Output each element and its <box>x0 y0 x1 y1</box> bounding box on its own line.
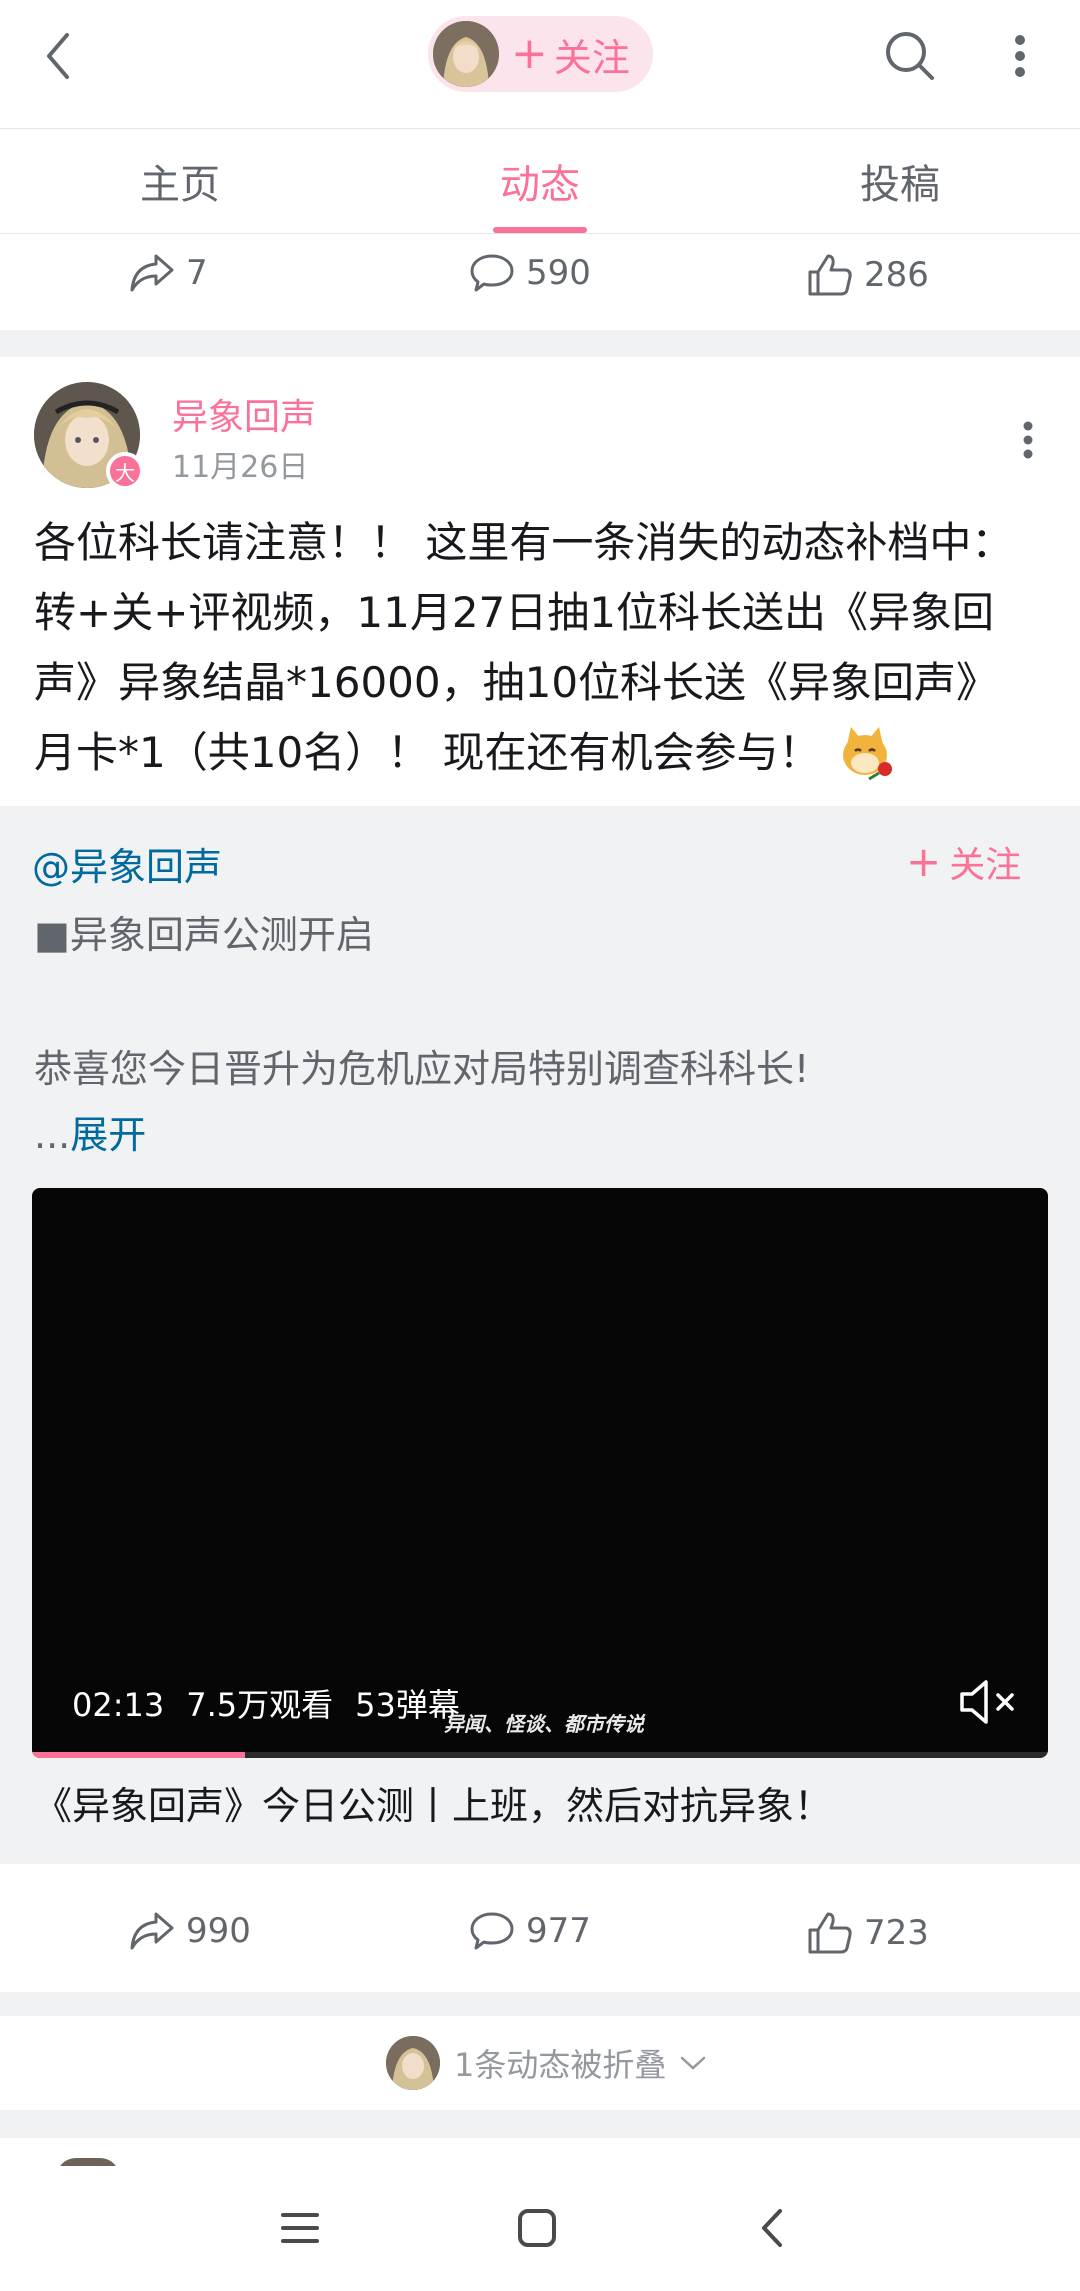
video-meta: 02:13 7.5万观看 53弹幕 <box>72 1680 460 1726</box>
more-button[interactable] <box>1000 24 1040 88</box>
video-caption: 异闻、怪谈、都市传说 <box>444 1712 644 1736</box>
author-name[interactable]: 异象回声 <box>172 388 316 440</box>
repost-line: ■异象回声公测开启 <box>34 913 374 957</box>
like-button[interactable]: 286 <box>806 252 929 298</box>
more-vertical-icon <box>1015 35 1025 77</box>
repost-author-link[interactable]: @异象回声 <box>32 836 222 891</box>
profile-tabs: 主页 动态 投稿 <box>0 128 1080 234</box>
more-vertical-icon <box>1023 421 1033 459</box>
folded-dynamics-bar[interactable]: 1条动态被折叠 <box>0 2016 1080 2110</box>
repost-follow-button[interactable]: + 关注 <box>906 836 1021 888</box>
post-line: 月卡*1（共10名）！ 现在还有机会参与！ <box>34 718 1046 788</box>
post-line: 转+关+评视频，11月27日抽1位科长送出《异象回 <box>34 588 994 637</box>
tab-home[interactable]: 主页 <box>80 129 280 233</box>
system-nav-bar <box>0 2166 1080 2291</box>
comment-icon <box>470 1912 514 1950</box>
post-more-button[interactable] <box>1010 410 1046 470</box>
share-icon <box>130 1912 174 1950</box>
header-follow-button[interactable]: + 关注 <box>428 16 653 92</box>
nav-back-button[interactable] <box>740 2196 804 2260</box>
repost-expand-row: ...展开 <box>34 1113 147 1157</box>
share-button[interactable]: 7 <box>128 252 208 294</box>
plus-icon: + <box>511 28 548 79</box>
header-avatar <box>433 21 499 87</box>
back-button[interactable] <box>34 24 82 88</box>
like-button[interactable]: 723 <box>806 1910 929 1956</box>
prev-post-action-bar: 7 590 286 <box>0 234 1080 330</box>
video-progress-bar[interactable] <box>32 1752 1048 1758</box>
post-action-bar: 990 977 723 <box>0 1880 1080 1992</box>
mute-button[interactable] <box>956 1672 1020 1732</box>
post-line: 各位科长请注意！！ 这里有一条消失的动态补档中： <box>34 518 1014 567</box>
video-title[interactable]: 《异象回声》今日公测丨上班，然后对抗异象！ <box>34 1775 832 1830</box>
post-body: 各位科长请注意！！ 这里有一条消失的动态补档中： 转+关+评视频，11月27日抽… <box>34 508 1046 788</box>
active-tab-indicator <box>493 227 587 233</box>
nav-home-button[interactable] <box>505 2196 569 2260</box>
search-icon <box>886 32 934 80</box>
video-progress-fill <box>32 1752 246 1758</box>
nav-menu-button[interactable] <box>268 2196 332 2260</box>
repost-line: 恭喜您今日晋升为危机应对局特别调查科科长! <box>34 1047 810 1091</box>
post-line: 声》异象结晶*16000，抽10位科长送《异象回声》 <box>34 658 999 707</box>
tab-dynamics[interactable]: 动态 <box>440 129 640 233</box>
chevron-down-icon <box>681 2056 706 2070</box>
top-bar: + 关注 <box>0 0 1080 128</box>
tab-submissions[interactable]: 投稿 <box>800 129 1000 233</box>
comment-button[interactable]: 590 <box>468 252 591 294</box>
doge-emoji-icon <box>842 727 892 781</box>
verified-badge: 大 <box>106 452 144 490</box>
folded-avatar <box>386 2036 440 2090</box>
video-duration: 02:13 <box>72 1686 165 1724</box>
thumbs-up-icon <box>808 254 852 296</box>
video-player[interactable]: 02:13 7.5万观看 53弹幕 异闻、怪谈、都市传说 <box>32 1188 1048 1758</box>
speaker-muted-icon <box>960 1680 1014 1724</box>
folded-label: 1条动态被折叠 <box>454 2046 667 2084</box>
comment-button[interactable]: 977 <box>468 1910 591 1952</box>
header-follow-label: + 关注 <box>511 28 630 80</box>
share-button[interactable]: 990 <box>128 1910 251 1952</box>
share-icon <box>130 254 174 292</box>
post-date: 11月26日 <box>172 450 309 485</box>
thumbs-up-icon <box>808 1912 852 1954</box>
search-button[interactable] <box>880 24 940 88</box>
menu-icon <box>281 2213 319 2243</box>
back-arrow-icon <box>47 33 69 79</box>
plus-icon: + <box>906 837 942 886</box>
home-square-icon <box>518 2209 556 2247</box>
back-arrow-icon <box>762 2209 782 2247</box>
comment-icon <box>470 254 514 292</box>
video-views: 7.5万观看 <box>186 1686 334 1724</box>
expand-link[interactable]: 展开 <box>70 1113 146 1157</box>
